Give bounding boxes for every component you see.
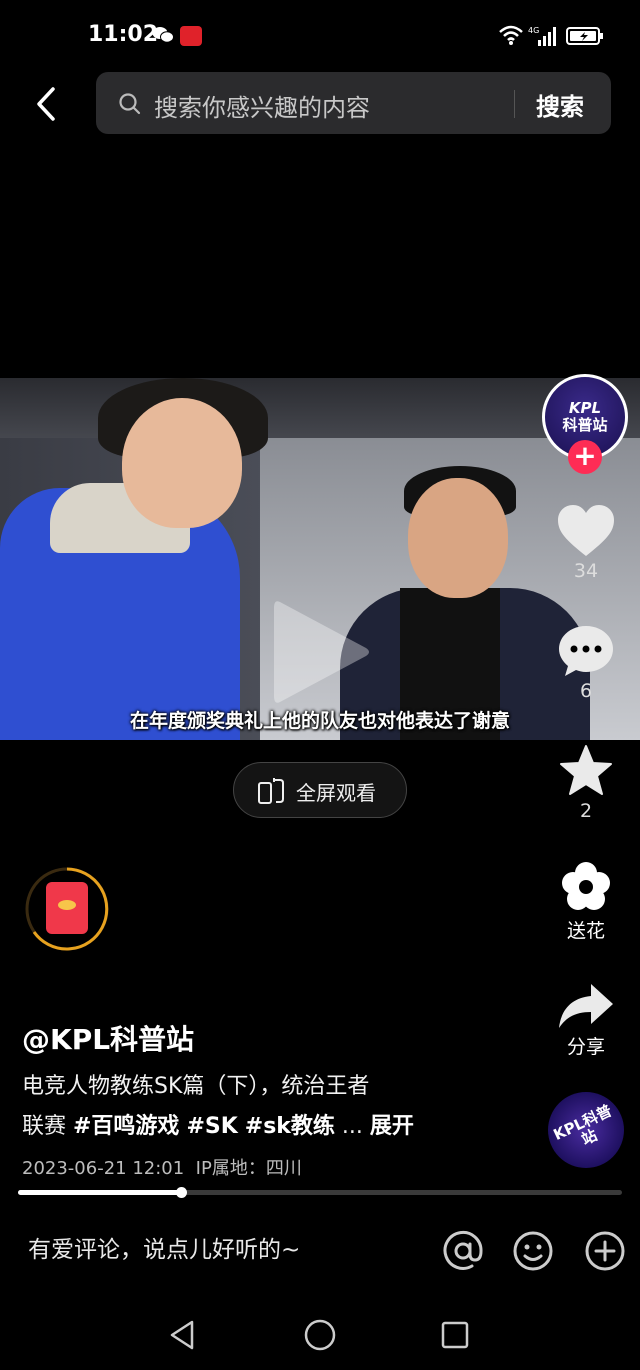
back-button[interactable] (26, 82, 66, 126)
cellular-signal-icon: 4G (528, 26, 556, 46)
post-meta: 2023-06-21 12:01 IP属地：四川 (22, 1154, 302, 1180)
smiley-icon[interactable] (512, 1230, 554, 1272)
description-tags-line: 联赛 #百鸣游戏 #SK #sk教练 ... 展开 (22, 1108, 414, 1140)
search-divider (514, 90, 515, 118)
avatar-logo-text: KPL (568, 399, 602, 417)
search-icon (119, 93, 141, 115)
chevron-left-icon (37, 87, 55, 121)
battery-icon (566, 27, 603, 45)
send-flower-button[interactable]: 送花 (550, 860, 622, 943)
wechat-icon (152, 27, 174, 43)
description-text-cont: 联赛 (22, 1114, 73, 1139)
play-icon[interactable] (272, 596, 372, 708)
follow-button[interactable]: + (568, 440, 602, 474)
hashtag-link[interactable]: #百鸣游戏 (73, 1114, 179, 1139)
wifi-icon (499, 25, 523, 45)
fullscreen-label: 全屏观看 (296, 781, 376, 805)
like-count: 34 (573, 560, 599, 582)
music-disc[interactable]: KPL科普站 (548, 1092, 624, 1168)
ellipsis: ... (334, 1114, 370, 1139)
comment-count: 6 (579, 680, 593, 702)
at-icon[interactable] (442, 1230, 484, 1272)
comment-button[interactable]: 6 (550, 624, 622, 702)
comment-input[interactable]: 有爱评论，说点儿好听的~ (28, 1230, 300, 1264)
share-arrow-icon (559, 984, 613, 1028)
nav-home-icon[interactable] (303, 1318, 337, 1352)
favorite-count: 2 (579, 800, 593, 822)
post-date: 2023-06-21 12:01 (22, 1158, 185, 1179)
heart-icon (558, 505, 614, 556)
like-button[interactable]: 34 (550, 504, 622, 582)
plus-icon[interactable] (584, 1230, 626, 1272)
description-text: 电竞人物教练SK篇（下），统治王者 (22, 1074, 370, 1099)
search-placeholder: 搜索你感兴趣的内容 (154, 94, 370, 122)
nav-recents-icon[interactable] (438, 1318, 472, 1352)
hashtag-link[interactable]: #SK (186, 1114, 237, 1139)
share-button[interactable]: 分享 (550, 982, 622, 1059)
hashtag-link[interactable]: #sk教练 (245, 1114, 335, 1139)
flower-icon (562, 862, 610, 910)
speech-bubble-icon (559, 626, 613, 676)
share-label: 分享 (566, 1036, 605, 1058)
nav-back-icon[interactable] (166, 1318, 200, 1352)
search-button[interactable]: 搜索 (536, 87, 584, 122)
ip-location: IP属地：四川 (195, 1158, 302, 1179)
fullscreen-button[interactable]: 全屏观看 (233, 762, 407, 818)
network-type-label: 4G (528, 26, 539, 35)
expand-button[interactable]: 展开 (370, 1114, 414, 1139)
status-bar: 11:02 4G (0, 0, 640, 72)
video-subtitle: 在年度颁奖典礼上他的队友也对他表达了谢意 (129, 710, 510, 732)
send-flower-label: 送花 (566, 920, 605, 942)
progress-fill (18, 1190, 182, 1195)
clock: 11:02 (88, 22, 159, 47)
progress-handle[interactable] (176, 1187, 188, 1198)
search-input[interactable]: 搜索你感兴趣的内容 搜索 (96, 72, 611, 134)
star-icon (560, 745, 612, 795)
app-notification-icon (180, 26, 202, 46)
rotate-screen-icon (258, 778, 284, 804)
video-progress-bar[interactable] (18, 1187, 622, 1198)
music-disc-label: KPL科普站 (550, 1101, 615, 1149)
favorite-button[interactable]: 2 (550, 744, 622, 822)
author-name[interactable]: @KPL科普站 (22, 1018, 194, 1058)
avatar-name-text: 科普站 (562, 416, 608, 434)
